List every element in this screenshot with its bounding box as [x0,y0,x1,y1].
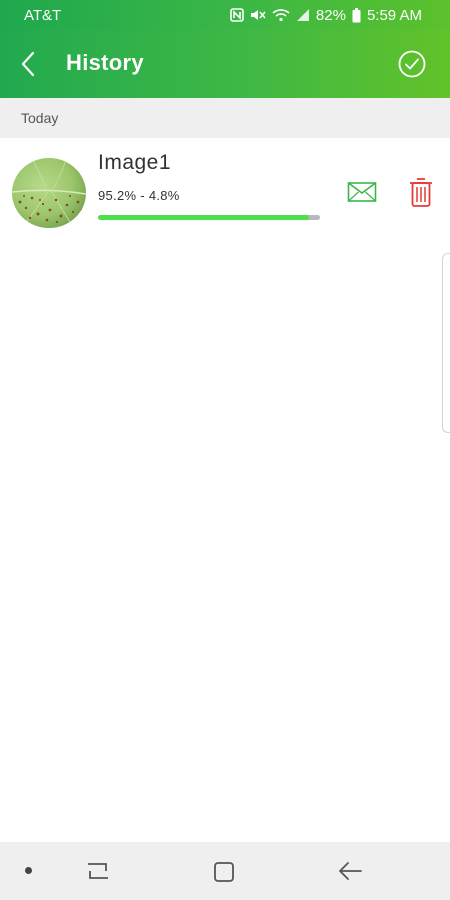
clock: 5:59 AM [366,6,422,24]
wifi-icon [272,8,290,22]
status-indicators: 82% 5:59 AM [230,7,422,24]
carrier-label: AT&T [24,6,62,24]
confirm-button[interactable] [398,50,426,78]
recents-icon [88,863,108,879]
item-percentages: 95.2% - 4.8% [98,188,180,203]
edge-panel-handle[interactable] [442,253,450,433]
leaf-thumbnail [12,158,86,228]
section-header-today: Today [0,98,450,138]
page-title: History [66,50,144,75]
home-button[interactable] [213,861,235,883]
list-item[interactable]: Image1 95.2% - 4.8% [0,138,450,248]
home-icon [214,862,234,882]
item-title: Image1 [98,151,172,174]
battery-percent: 82% [315,6,346,24]
check-circle-icon [398,50,426,78]
mute-icon [250,8,266,22]
navigation-bar [0,842,450,900]
chevron-left-icon [21,51,35,77]
app-bar: History [0,30,450,98]
progress-fill [98,215,310,220]
back-arrow-icon [339,862,362,880]
battery-icon [352,7,361,23]
share-email-button[interactable] [347,180,377,204]
delete-button[interactable] [409,176,433,208]
signal-icon [296,8,310,22]
mail-icon [347,182,377,202]
nfc-icon [230,8,244,22]
status-bar: AT&T 82% 5:59 AM [0,0,450,30]
confidence-progress-bar [98,215,320,220]
back-button[interactable] [12,48,44,80]
trash-icon [410,178,432,207]
back-nav-button[interactable] [337,859,363,883]
dot-icon[interactable] [25,867,32,874]
recents-button[interactable] [85,859,111,883]
